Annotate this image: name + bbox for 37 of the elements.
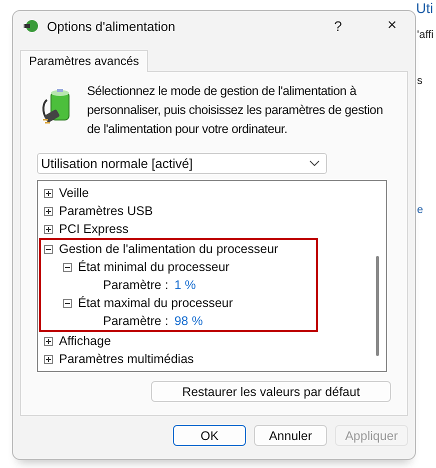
page-heading: Uti (416, 0, 434, 16)
tree-item[interactable]: Affichage (59, 334, 111, 348)
power-plug-icon (23, 18, 39, 34)
expand-icon[interactable] (44, 336, 53, 346)
collapse-icon[interactable] (44, 244, 53, 254)
tree-item[interactable]: État minimal du processeur (78, 260, 230, 274)
expand-icon[interactable] (44, 188, 53, 198)
window-title: Options d'alimentation (47, 18, 176, 34)
dialog-button: Appliquer (335, 425, 408, 446)
collapse-icon[interactable] (63, 298, 72, 308)
page-text: 'affi (417, 29, 434, 41)
setting-value[interactable]: 1 % (174, 278, 196, 292)
expand-icon[interactable] (44, 224, 53, 234)
tab[interactable]: Paramètres avancés (20, 50, 148, 72)
restore-defaults-button[interactable]: Restaurer les valeurs par défaut (151, 381, 391, 402)
description-text: Sélectionnez le mode de gestion de l'alimentation à personnaliser, puis choisissez les paramètres de gestion de l'alimentation pour votre ordinateur. (87, 83, 384, 138)
chevron-down-icon (309, 160, 320, 167)
setting-value[interactable]: 98 % (174, 314, 203, 328)
page-text: s (417, 75, 422, 87)
setting-label: Paramètre : (103, 278, 168, 292)
dialog-button[interactable]: OK (173, 425, 246, 446)
tree-item[interactable]: Paramètres USB (59, 204, 153, 218)
collapse-icon[interactable] (63, 262, 72, 272)
tree-item[interactable]: Paramètres multimédias (59, 352, 194, 366)
scrollbar-thumb[interactable] (376, 256, 379, 356)
dialog-button[interactable]: Annuler (254, 425, 327, 446)
help-button[interactable]: ? (315, 11, 361, 41)
expand-icon[interactable] (44, 354, 53, 364)
tree-item[interactable]: État maximal du processeur (78, 296, 233, 310)
page-text: e (417, 204, 424, 216)
tree-item[interactable]: Gestion de l'alimentation du processeur (59, 242, 278, 256)
close-button[interactable]: × (369, 11, 415, 41)
tree-item[interactable]: PCI Express (59, 222, 128, 236)
tree-item[interactable]: Veille (59, 186, 89, 200)
expand-icon[interactable] (44, 206, 53, 216)
setting-label: Paramètre : (103, 314, 168, 328)
plan-dropdown[interactable]: Utilisation normale [activé] (37, 153, 327, 174)
